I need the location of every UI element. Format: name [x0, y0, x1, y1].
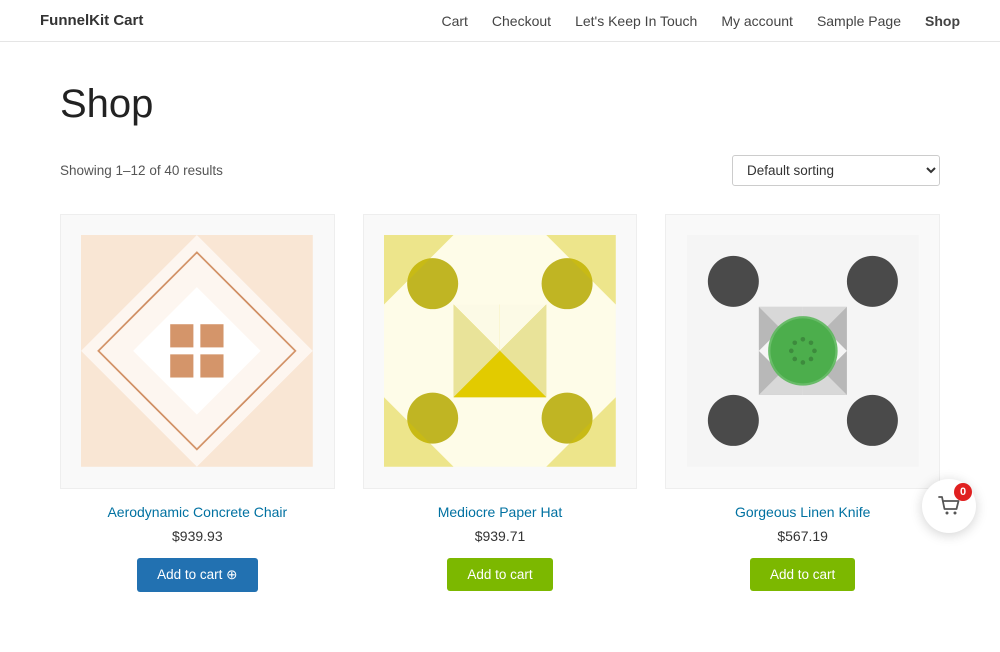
main-content: Shop Showing 1–12 of 40 results Default … — [20, 42, 980, 652]
add-to-cart-gorgeous-linen-knife[interactable]: Add to cart — [750, 558, 855, 591]
shop-toolbar: Showing 1–12 of 40 results Default sorti… — [60, 155, 940, 186]
add-to-cart-mediocre-paper-hat[interactable]: Add to cart — [447, 558, 552, 591]
nav-my-account[interactable]: My account — [721, 13, 793, 29]
product-image-aerodynamic-concrete-chair — [60, 214, 335, 489]
product-name-mediocre-paper-hat[interactable]: Mediocre Paper Hat — [438, 503, 563, 523]
sort-select[interactable]: Default sorting Sort by popularity Sort … — [732, 155, 940, 186]
add-to-cart-aerodynamic-concrete-chair[interactable]: Add to cart ⊕ — [137, 558, 257, 592]
product-name-gorgeous-linen-knife[interactable]: Gorgeous Linen Knife — [735, 503, 870, 523]
main-nav: Cart Checkout Let's Keep In Touch My acc… — [441, 13, 960, 29]
site-header: FunnelKit Cart Cart Checkout Let's Keep … — [0, 0, 1000, 42]
product-name-aerodynamic-concrete-chair[interactable]: Aerodynamic Concrete Chair — [107, 503, 287, 523]
results-count: Showing 1–12 of 40 results — [60, 163, 223, 178]
product-grid: Aerodynamic Concrete Chair $939.93 Add t… — [60, 214, 940, 592]
product-card-mediocre-paper-hat: Mediocre Paper Hat $939.71 Add to cart — [363, 214, 638, 592]
product-image-gorgeous-linen-knife — [665, 214, 940, 489]
cart-count: 0 — [954, 483, 972, 501]
cart-bubble[interactable]: 0 — [922, 479, 976, 533]
nav-cart[interactable]: Cart — [441, 13, 467, 29]
product-card-aerodynamic-concrete-chair: Aerodynamic Concrete Chair $939.93 Add t… — [60, 214, 335, 592]
nav-sample-page[interactable]: Sample Page — [817, 13, 901, 29]
product-image-mediocre-paper-hat — [363, 214, 638, 489]
product-card-gorgeous-linen-knife: Gorgeous Linen Knife $567.19 Add to cart — [665, 214, 940, 592]
product-price-aerodynamic-concrete-chair: $939.93 — [172, 528, 223, 544]
product-price-mediocre-paper-hat: $939.71 — [475, 528, 526, 544]
product-price-gorgeous-linen-knife: $567.19 — [777, 528, 828, 544]
site-logo[interactable]: FunnelKit Cart — [40, 12, 143, 29]
nav-checkout[interactable]: Checkout — [492, 13, 551, 29]
page-title: Shop — [60, 82, 940, 127]
nav-shop[interactable]: Shop — [925, 13, 960, 29]
nav-keep-in-touch[interactable]: Let's Keep In Touch — [575, 13, 697, 29]
